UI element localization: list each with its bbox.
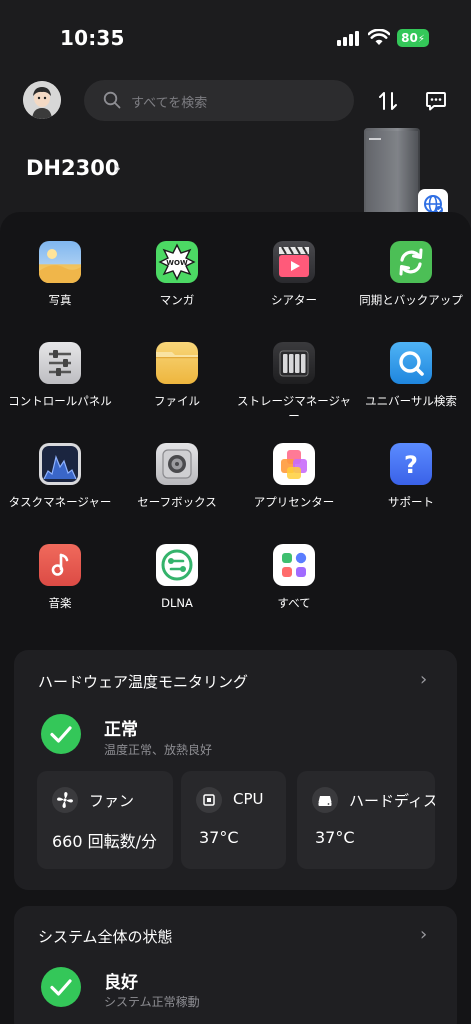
app-label: アプリセンター — [253, 495, 335, 509]
app-label: DLNA — [161, 596, 193, 610]
charging-icon: ⚡ — [417, 34, 425, 45]
device-name[interactable]: DH2300 — [26, 156, 119, 180]
check-circle-icon — [41, 967, 81, 1007]
app-storage-manager[interactable]: ストレージマネージャー — [235, 342, 353, 424]
wifi-icon — [368, 29, 390, 45]
control-panel-icon — [39, 342, 81, 384]
metric-value: 37°C — [199, 828, 239, 847]
card-title: システム全体の状態 — [38, 928, 173, 946]
app-label: 音楽 — [48, 596, 72, 610]
search-placeholder: すべてを検索 — [131, 96, 208, 111]
app-label: セーフボックス — [137, 495, 217, 509]
metric-label: ファン — [89, 792, 135, 810]
app-label: ユニバーサル検索 — [365, 394, 457, 408]
task-manager-icon — [39, 443, 81, 485]
chevron-right-icon[interactable]: › — [114, 158, 121, 179]
app-all[interactable]: すべて — [235, 544, 353, 611]
app-universal-search[interactable]: ユニバーサル検索 — [352, 342, 470, 409]
avatar[interactable] — [23, 81, 61, 119]
app-support[interactable]: ? サポート — [352, 443, 470, 510]
transfer-icon[interactable] — [376, 89, 400, 113]
storage-manager-icon — [273, 342, 315, 384]
user-avatar-icon — [23, 81, 61, 119]
app-sync-backup[interactable]: 同期とバックアップ — [352, 241, 470, 308]
svg-text:?: ? — [404, 451, 418, 479]
app-label: 同期とバックアップ — [359, 293, 463, 307]
support-icon: ? — [390, 443, 432, 485]
search-input[interactable] — [84, 80, 354, 121]
metric-value: 660 回転数/分 — [52, 832, 158, 851]
app-label: ストレージマネージャー — [237, 394, 351, 423]
app-panel — [0, 212, 471, 1024]
app-files[interactable]: ファイル — [118, 342, 236, 409]
battery-indicator: 80⚡ — [397, 29, 429, 47]
search-icon — [103, 91, 121, 109]
folder-icon — [156, 342, 198, 384]
app-control-panel[interactable]: コントロールパネル — [1, 342, 119, 409]
app-safebox[interactable]: セーフボックス — [118, 443, 236, 510]
card-title: ハードウェア温度モニタリング — [38, 673, 249, 691]
nas-device-image — [364, 128, 420, 218]
metric-fan[interactable]: ファン 660 回転数/分 — [37, 771, 173, 869]
app-label: ファイル — [154, 394, 200, 408]
status-detail: 温度正常、放熱良好 — [104, 743, 213, 757]
app-dlna[interactable]: DLNA — [118, 544, 236, 611]
metric-value: 37°C — [315, 828, 355, 847]
app-label: タスクマネージャー — [8, 495, 112, 509]
universal-search-icon — [390, 342, 432, 384]
manga-icon: WOW — [156, 241, 198, 283]
app-app-center[interactable]: アプリセンター — [235, 443, 353, 510]
app-label: コントロールパネル — [8, 394, 112, 408]
svg-text:WOW: WOW — [166, 259, 188, 267]
metric-label: CPU — [233, 790, 264, 808]
app-theater[interactable]: シアター — [235, 241, 353, 308]
app-photos[interactable]: 写真 — [1, 241, 119, 308]
cellular-signal-icon — [337, 31, 359, 46]
status-text: 正常 — [104, 720, 138, 740]
theater-icon — [273, 241, 315, 283]
app-label: サポート — [388, 495, 434, 509]
check-circle-icon — [41, 714, 81, 754]
app-label: すべて — [277, 596, 311, 610]
sync-backup-icon — [390, 241, 432, 283]
message-icon[interactable] — [424, 89, 448, 113]
app-label: マンガ — [159, 293, 195, 307]
app-label: 写真 — [48, 293, 72, 307]
status-text: 良好 — [104, 973, 138, 993]
metric-cpu[interactable]: CPU 37°C — [181, 771, 286, 869]
app-music[interactable]: 音楽 — [1, 544, 119, 611]
hard-disk-icon — [312, 787, 338, 813]
status-time: 10:35 — [60, 26, 125, 50]
metric-hard-disk[interactable]: ハードディスク 37°C — [297, 771, 435, 869]
cpu-icon — [196, 787, 222, 813]
metric-label: ハードディスク — [349, 792, 435, 810]
dlna-icon — [156, 544, 198, 586]
chevron-right-icon[interactable]: › — [420, 924, 427, 945]
status-detail: システム正常稼動 — [104, 995, 200, 1009]
fan-icon — [52, 787, 78, 813]
app-label: シアター — [271, 293, 317, 307]
chevron-right-icon[interactable]: › — [420, 669, 427, 690]
app-task-manager[interactable]: タスクマネージャー — [1, 443, 119, 510]
photos-icon — [39, 241, 81, 283]
app-center-icon — [273, 443, 315, 485]
app-manga[interactable]: WOW マンガ — [118, 241, 236, 308]
all-apps-icon — [273, 544, 315, 586]
safebox-icon — [156, 443, 198, 485]
battery-level: 80 — [401, 31, 418, 45]
music-icon — [39, 544, 81, 586]
